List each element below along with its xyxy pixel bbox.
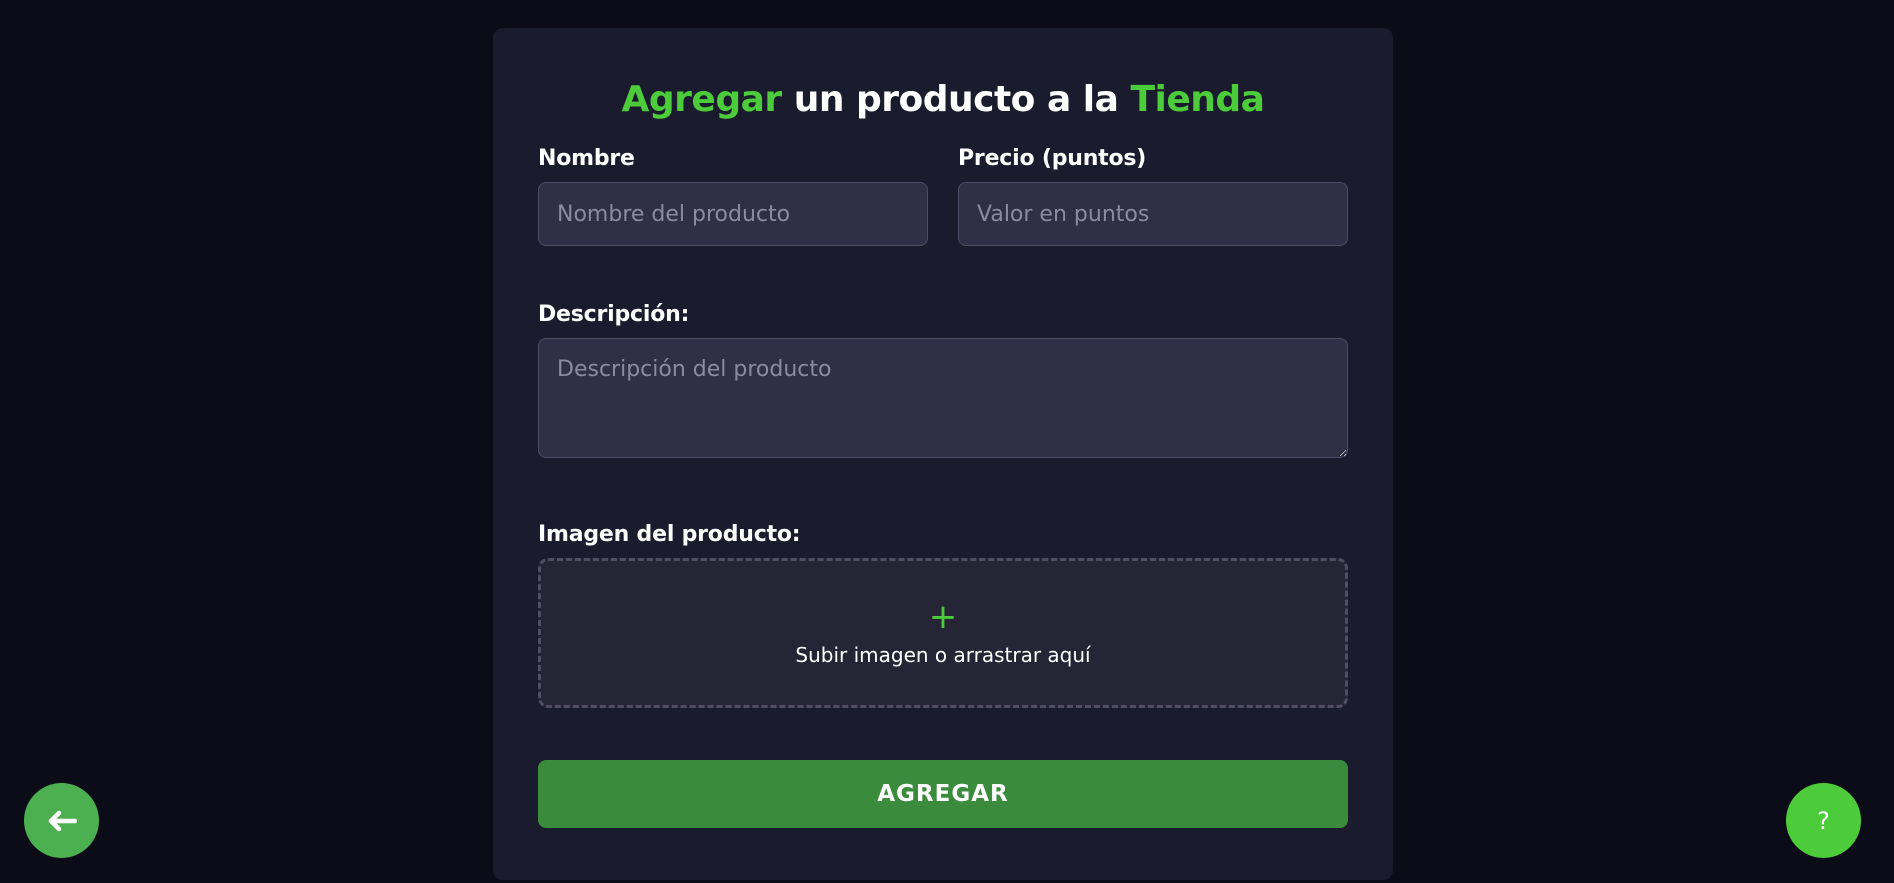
price-field-group: Precio (puntos) [958,144,1348,246]
description-field-group: Descripción: [538,300,1348,462]
back-button[interactable] [24,783,99,858]
arrow-left-icon [48,810,77,831]
image-label: Imagen del producto: [538,522,801,547]
title-accent-agregar: Agregar [621,79,783,120]
name-field-group: Nombre [538,144,928,246]
description-textarea[interactable] [538,338,1348,458]
page-title: Agregar un producto a la Tienda [538,28,1348,126]
agregar-button[interactable]: AGREGAR [538,760,1348,828]
description-label: Descripción: [538,302,690,327]
page: Agregar un producto a la Tienda Nombre P… [0,0,1894,883]
price-input[interactable] [958,182,1348,246]
upload-text: Subir imagen o arrastrar aquí [795,643,1091,667]
name-price-row: Nombre Precio (puntos) [538,144,1348,246]
plus-icon: + [928,597,958,637]
image-dropzone[interactable]: + Subir imagen o arrastrar aquí [538,558,1348,708]
add-product-card: Agregar un producto a la Tienda Nombre P… [493,28,1393,880]
name-label: Nombre [538,146,635,171]
name-input[interactable] [538,182,928,246]
title-middle: un producto a la [781,79,1131,120]
price-label: Precio (puntos) [958,146,1147,171]
help-button[interactable]: ? [1786,783,1861,858]
title-accent-tienda: Tienda [1130,79,1265,120]
image-field-group: Imagen del producto: + Subir imagen o ar… [538,520,1348,708]
